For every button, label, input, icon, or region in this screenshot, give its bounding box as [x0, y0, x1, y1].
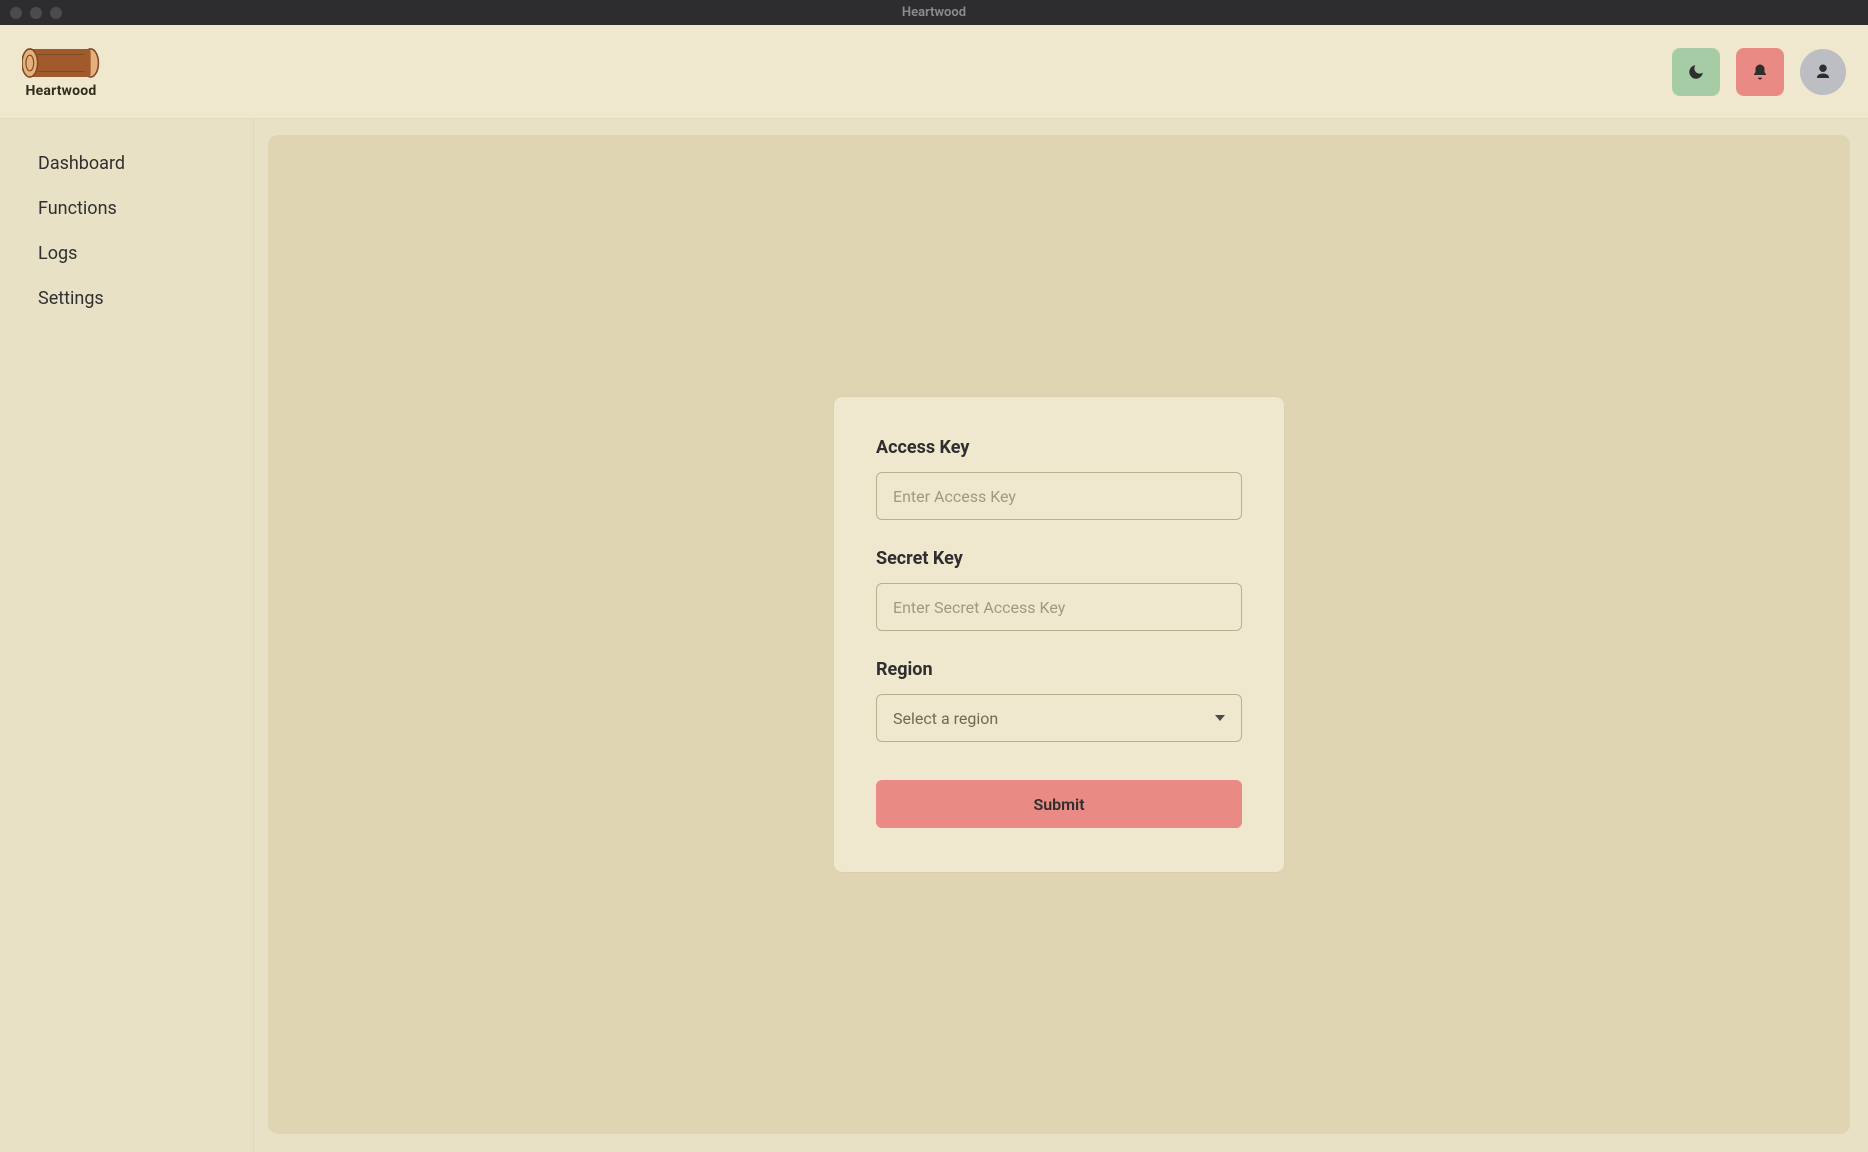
sidebar-item-logs[interactable]: Logs: [0, 231, 253, 276]
submit-button[interactable]: Submit: [876, 780, 1242, 828]
secret-key-label: Secret Key: [876, 548, 1242, 569]
region-group: Region Select a region: [876, 659, 1242, 742]
moon-icon: [1687, 63, 1705, 81]
sidebar-item-functions[interactable]: Functions: [0, 186, 253, 231]
content-panel: Access Key Secret Key Region Select a re…: [268, 135, 1850, 1134]
window-minimize-dot[interactable]: [30, 7, 42, 19]
content-outer: Access Key Secret Key Region Select a re…: [254, 119, 1868, 1152]
window-titlebar: Heartwood: [0, 0, 1868, 25]
sidebar-item-dashboard[interactable]: Dashboard: [0, 141, 253, 186]
app-logo[interactable]: Heartwood: [22, 45, 100, 99]
region-select-placeholder: Select a region: [893, 709, 998, 728]
user-icon: [1814, 63, 1832, 81]
access-key-group: Access Key: [876, 437, 1242, 520]
region-select[interactable]: Select a region: [876, 694, 1242, 742]
sidebar-item-label: Dashboard: [38, 153, 125, 174]
app-header: Heartwood: [0, 25, 1868, 119]
user-menu-button[interactable]: [1800, 49, 1846, 95]
window-zoom-dot[interactable]: [50, 7, 62, 19]
region-label: Region: [876, 659, 1242, 680]
sidebar-item-settings[interactable]: Settings: [0, 276, 253, 321]
access-key-input[interactable]: [876, 472, 1242, 520]
sidebar-item-label: Functions: [38, 198, 117, 219]
log-icon: [22, 45, 100, 81]
notifications-button[interactable]: [1736, 48, 1784, 96]
bell-icon: [1751, 63, 1769, 81]
secret-key-input[interactable]: [876, 583, 1242, 631]
sidebar-item-label: Settings: [38, 288, 104, 309]
secret-key-group: Secret Key: [876, 548, 1242, 631]
window-title: Heartwood: [902, 5, 966, 20]
header-actions: [1672, 48, 1846, 96]
window-traffic-lights[interactable]: [10, 7, 62, 19]
sidebar-nav: Dashboard Functions Logs Settings: [0, 119, 254, 1152]
window-close-dot[interactable]: [10, 7, 22, 19]
logo-text: Heartwood: [26, 83, 97, 99]
credentials-card: Access Key Secret Key Region Select a re…: [834, 397, 1284, 872]
chevron-down-icon: [1215, 715, 1225, 721]
theme-toggle-button[interactable]: [1672, 48, 1720, 96]
sidebar-item-label: Logs: [38, 243, 77, 264]
access-key-label: Access Key: [876, 437, 1242, 458]
